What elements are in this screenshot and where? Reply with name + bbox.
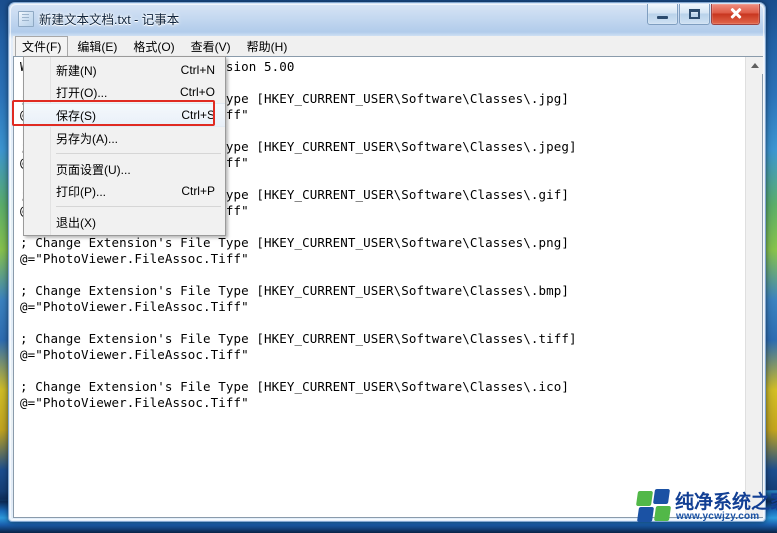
menu-item-page-setup-label: 页面设置(U)... [56, 162, 131, 177]
menu-item-print[interactable]: 打印(P)... Ctrl+P [24, 180, 225, 202]
menu-item-print-shortcut: Ctrl+P [181, 184, 215, 198]
logo-tile-blue-top [652, 489, 671, 504]
menubar-item-help-label: 帮助(H) [246, 39, 288, 54]
editor-blank-line [20, 267, 745, 283]
menubar-item-file[interactable]: 文件(F) [15, 35, 69, 57]
menu-item-exit-label: 退出(X) [56, 215, 96, 230]
editor-line: @="PhotoViewer.FileAssoc.Tiff" [20, 251, 249, 266]
menu-item-new-shortcut: Ctrl+N [180, 63, 215, 77]
menubar-item-file-label: 文件(F) [22, 39, 62, 54]
menu-item-exit[interactable]: 退出(X) [24, 211, 225, 233]
menu-item-save[interactable]: 保存(S) Ctrl+S [24, 103, 225, 127]
scroll-up-arrow-icon [750, 62, 759, 68]
screenshot-root: 新建文本文档.txt - 记事本 文件(F) 编辑(E) 格式(O) 查看(V)… [0, 0, 777, 533]
title-bar[interactable]: 新建文本文档.txt - 记事本 [9, 3, 765, 33]
editor-line: @="PhotoViewer.FileAssoc.Tiff" [20, 395, 249, 410]
minimize-button[interactable] [647, 4, 678, 25]
notepad-document-icon [18, 11, 34, 27]
editor-blank-line [20, 363, 745, 379]
editor-line: ; Change Extension's File Type [HKEY_CUR… [20, 235, 570, 250]
watermark-logo-icon [635, 489, 672, 522]
menu-item-save-as[interactable]: 另存为(A)... [24, 127, 225, 149]
logo-tile-green-bottom [653, 506, 672, 521]
maximize-button[interactable] [679, 4, 710, 25]
menubar-item-help[interactable]: 帮助(H) [240, 36, 295, 57]
menu-item-open-shortcut: Ctrl+O [179, 85, 215, 99]
minimize-icon [657, 16, 668, 19]
logo-tile-green-top [635, 491, 654, 506]
close-icon [729, 7, 742, 20]
editor-line: @="PhotoViewer.FileAssoc.Tiff" [20, 299, 249, 314]
menu-item-open-label: 打开(O)... [56, 85, 108, 100]
menubar-item-format[interactable]: 格式(O) [126, 36, 181, 57]
menubar-item-view[interactable]: 查看(V) [184, 36, 238, 57]
menu-item-new-label: 新建(N) [56, 63, 97, 78]
window-controls [647, 4, 760, 25]
file-dropdown-menu: 新建(N) Ctrl+N 打开(O)... Ctrl+O 保存(S) Ctrl+… [23, 56, 226, 236]
menu-item-new[interactable]: 新建(N) Ctrl+N [24, 59, 225, 81]
editor-line: ; Change Extension's File Type [HKEY_CUR… [20, 331, 577, 346]
vertical-scrollbar[interactable] [745, 57, 763, 517]
menu-item-page-setup[interactable]: 页面设置(U)... [24, 158, 225, 180]
menubar-item-edit[interactable]: 编辑(E) [70, 36, 124, 57]
menu-item-save-label: 保存(S) [56, 108, 96, 123]
window-title: 新建文本文档.txt - 记事本 [39, 13, 180, 27]
menu-item-print-label: 打印(P)... [56, 184, 106, 199]
menu-separator [56, 153, 221, 154]
menubar-item-view-label: 查看(V) [190, 39, 231, 54]
editor-line: @="PhotoViewer.FileAssoc.Tiff" [20, 347, 249, 362]
watermark-site-url: www.ycwjzy.com [676, 511, 760, 522]
notepad-window: 新建文本文档.txt - 记事本 文件(F) 编辑(E) 格式(O) 查看(V)… [8, 2, 766, 522]
scroll-up-button[interactable] [746, 57, 763, 74]
close-button[interactable] [711, 4, 760, 25]
editor-line: ; Change Extension's File Type [HKEY_CUR… [20, 379, 570, 394]
watermark: 纯净系统之家 www.ycwjzy.com [635, 487, 777, 525]
editor-line: ; Change Extension's File Type [HKEY_CUR… [20, 283, 570, 298]
editor-blank-line [20, 315, 745, 331]
watermark-site-name: 纯净系统之家 [675, 491, 777, 513]
menu-separator [56, 206, 221, 207]
maximize-icon [689, 9, 700, 19]
menu-item-open[interactable]: 打开(O)... Ctrl+O [24, 81, 225, 103]
logo-tile-blue-bottom [636, 507, 655, 522]
menu-item-save-shortcut: Ctrl+S [181, 108, 215, 122]
menu-item-save-as-label: 另存为(A)... [56, 131, 118, 146]
menubar-item-format-label: 格式(O) [133, 39, 175, 54]
menubar-item-edit-label: 编辑(E) [77, 39, 118, 54]
menu-bar: 文件(F) 编辑(E) 格式(O) 查看(V) 帮助(H) [13, 35, 763, 57]
